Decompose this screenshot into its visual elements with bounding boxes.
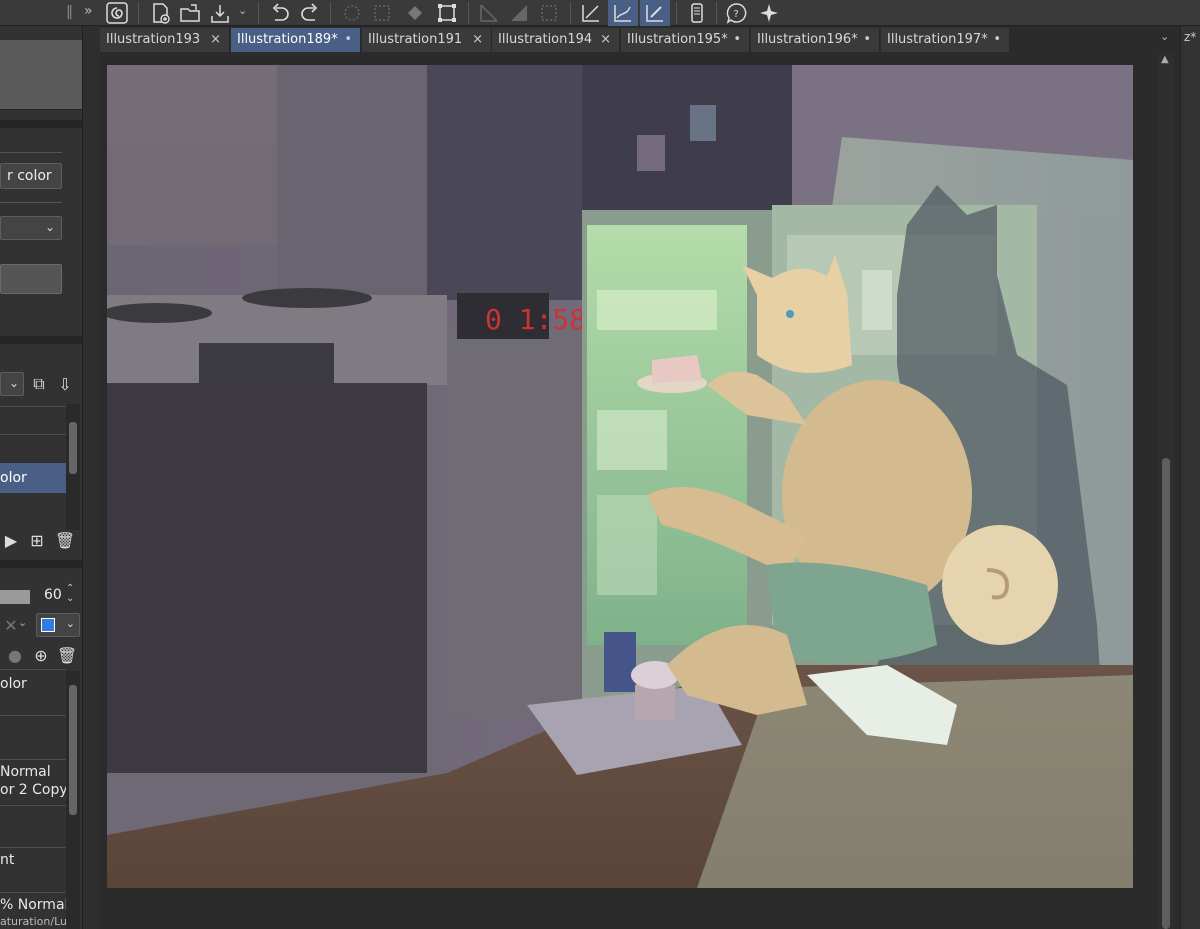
new-canvas-icon[interactable] [145, 0, 175, 26]
tab-label: Illustration193 [106, 32, 201, 47]
wide-button[interactable] [0, 264, 62, 294]
camera-icon[interactable]: ⊕ [30, 644, 52, 666]
divider-line [0, 202, 62, 203]
scroll-up-icon[interactable]: ▲ [1161, 54, 1169, 65]
curve-tool-icon[interactable] [608, 0, 638, 26]
clear-icon[interactable] [534, 0, 564, 26]
toolbar-overflow-icon[interactable]: » [84, 0, 93, 22]
select-rect-icon[interactable] [367, 0, 397, 26]
pen-tool-icon[interactable] [640, 0, 670, 26]
tab-illustration196[interactable]: Illustration196* • [751, 28, 880, 52]
chevron-down-icon[interactable]: ⌄ [18, 616, 27, 629]
tabs-overflow-icon[interactable]: ⌄ [1160, 30, 1169, 43]
gradient-icon[interactable] [504, 0, 534, 26]
modified-dot-icon[interactable]: • [993, 28, 1001, 52]
tab-illustration191[interactable]: Illustration191 × [362, 28, 492, 52]
layer-color-select[interactable]: ⌄ [36, 613, 80, 637]
color-button[interactable]: r color [0, 163, 62, 189]
line-tool-icon[interactable] [576, 0, 606, 26]
redo-icon[interactable] [295, 0, 325, 26]
modified-dot-icon[interactable]: • [863, 28, 871, 52]
panel-divider [0, 336, 82, 344]
layer-scrollbar[interactable] [66, 404, 80, 530]
scroll-thumb[interactable] [1162, 458, 1170, 929]
tab-label: Illustration189* [237, 32, 338, 47]
color-swatch [41, 618, 55, 632]
clock-display: 0 1:58 [485, 303, 586, 336]
stepper-icon[interactable]: ⌃ ⌄ [66, 584, 74, 604]
export-icon[interactable] [205, 0, 235, 26]
blend-mode-label[interactable]: Normal [0, 764, 51, 780]
document-tabs: Illustration193 × Illustration189* • Illus… [100, 26, 1180, 52]
trash-icon[interactable]: 🗑 [54, 529, 76, 551]
open-folder-icon[interactable] [175, 0, 205, 26]
right-panel [1180, 26, 1200, 929]
help-icon[interactable]: ? [722, 0, 752, 26]
layer-list-scrollbar[interactable] [66, 671, 80, 929]
layer-label[interactable]: olor [0, 676, 27, 692]
preview-box [0, 40, 82, 110]
left-panel: r color ⌄ ⌄ ⧉ ⇩ olor ▶ ⊞ 🗑 60 ⌃ ⌄ ✕ ⌄ ⌄ ●… [0, 26, 82, 929]
opacity-value[interactable]: 60 [44, 587, 62, 603]
sparkle-icon[interactable] [754, 0, 784, 26]
layer-copy-icon[interactable]: ⧉ [28, 373, 50, 395]
tab-illustration197[interactable]: Illustration197* • [881, 28, 1010, 52]
fill-icon[interactable] [400, 0, 430, 26]
close-icon[interactable]: × [472, 28, 483, 52]
tab-label: Illustration197* [887, 32, 988, 47]
panel-splitter[interactable] [82, 26, 100, 929]
svg-text:?: ? [734, 9, 739, 20]
close-icon[interactable]: × [600, 28, 611, 52]
mode-select[interactable]: ⌄ [0, 216, 62, 240]
spiral-logo-icon[interactable] [102, 0, 132, 26]
chevron-down-icon: ⌄ [8, 376, 19, 390]
phone-icon[interactable] [682, 0, 712, 26]
close-icon[interactable]: × [210, 28, 221, 52]
chevron-down-icon: ⌄ [44, 220, 55, 234]
transform-icon[interactable] [432, 0, 462, 26]
main-toolbar: ‖ » ⌄ ? [0, 0, 1200, 26]
toolbar-grip[interactable]: ‖ [66, 0, 76, 26]
layer-selected[interactable]: olor [0, 463, 66, 493]
panel-divider [0, 560, 82, 568]
illustration-image: 0 1:58 [107, 65, 1133, 888]
mask-icon[interactable]: ● [4, 644, 26, 666]
tab-illustration194[interactable]: Illustration194 × [492, 28, 620, 52]
canvas-vertical-scrollbar[interactable]: ▲ [1158, 52, 1174, 929]
select-lasso-icon[interactable] [337, 0, 367, 26]
play-icon[interactable]: ▶ [0, 529, 22, 551]
modified-dot-icon[interactable]: • [733, 28, 741, 52]
tab-label: Illustration191 [368, 32, 463, 47]
ruler-icon[interactable] [474, 0, 504, 26]
chevron-down-icon: ⌄ [65, 617, 75, 630]
tab-label: Illustration194 [498, 32, 593, 47]
layer-name[interactable]: nt [0, 852, 14, 868]
divider-line [0, 152, 62, 153]
undo-icon[interactable] [265, 0, 295, 26]
tab-illustration193[interactable]: Illustration193 × [100, 28, 230, 52]
tab-label: Illustration196* [757, 32, 858, 47]
tab-illustration189[interactable]: Illustration189* • [231, 28, 361, 52]
add-frame-icon[interactable]: ⊞ [26, 529, 48, 551]
panel-divider [0, 120, 82, 128]
trash-icon[interactable]: 🗑 [56, 644, 78, 666]
layer-mode-select[interactable]: ⌄ [0, 372, 24, 396]
canvas-artwork[interactable]: 0 1:58 [107, 65, 1133, 888]
blend-mode-label[interactable]: % Normal [0, 897, 68, 913]
opacity-slider[interactable] [0, 590, 30, 604]
export-dropdown-icon[interactable]: ⌄ [238, 4, 247, 17]
tab-illustration195[interactable]: Illustration195* • [621, 28, 750, 52]
layer-name[interactable]: or 2 Copy [0, 782, 68, 798]
modified-dot-icon[interactable]: • [344, 28, 352, 52]
layer-download-icon[interactable]: ⇩ [54, 373, 76, 395]
layer-name[interactable]: aturation/Lu [0, 915, 67, 928]
tab-label: Illustration195* [627, 32, 728, 47]
right-panel-label: z* [1184, 30, 1197, 44]
